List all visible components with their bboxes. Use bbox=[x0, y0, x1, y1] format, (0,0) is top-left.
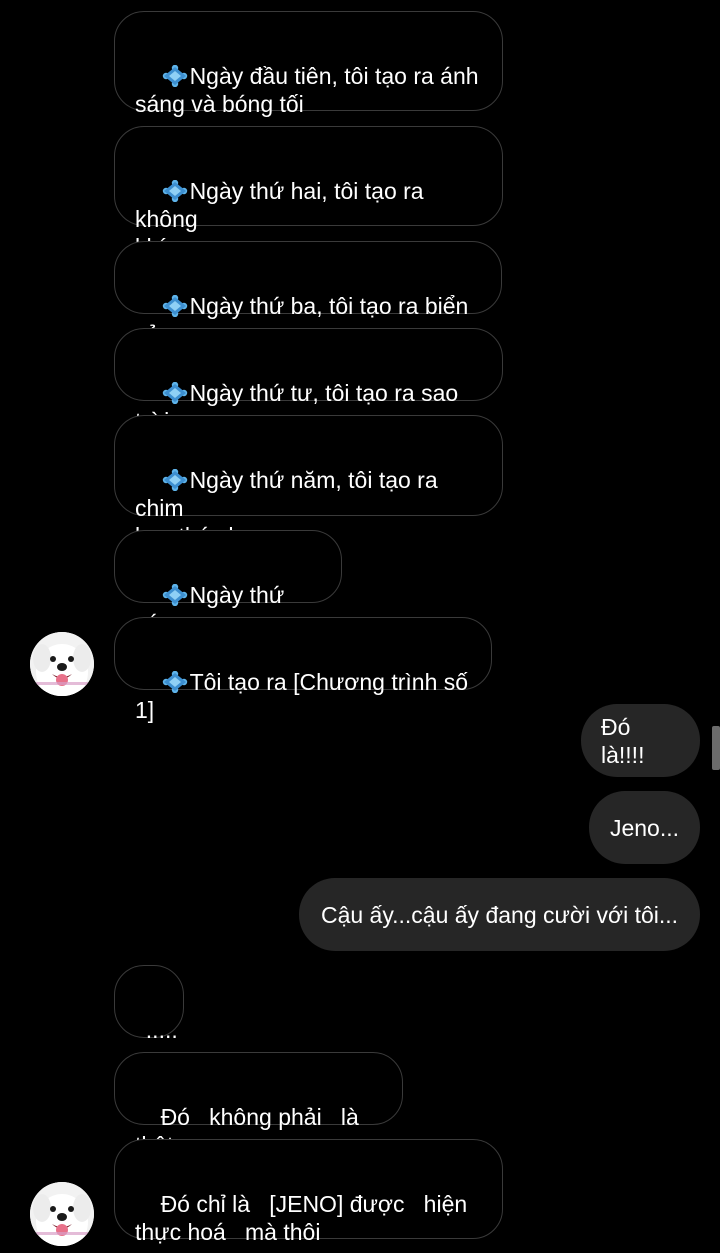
blue-diamond-icon bbox=[162, 469, 187, 491]
incoming-message[interactable]: Ngày thứ năm, tôi tạo ra chim bay thú ch… bbox=[114, 415, 503, 549]
incoming-message[interactable]: Ngày đầu tiên, tôi tạo ra ánh sáng và bó… bbox=[114, 11, 503, 117]
incoming-message[interactable]: Đó không phải là thật bbox=[114, 1052, 403, 1158]
incoming-message[interactable]: Ngày thứ hai, tôi tạo ra không khí bbox=[114, 126, 503, 260]
blue-diamond-icon bbox=[162, 382, 187, 404]
incoming-message[interactable]: ..... bbox=[114, 965, 184, 1043]
incoming-message[interactable]: Ngày thứ tư, tôi tạo ra sao trời bbox=[114, 328, 503, 434]
message-text: Đó chỉ là [JENO] được hiện thực hoá mà t… bbox=[135, 1191, 468, 1245]
blue-diamond-icon bbox=[162, 584, 187, 606]
dog-avatar-icon bbox=[30, 632, 94, 696]
incoming-message[interactable]: Ngày thứ sáu... bbox=[114, 530, 342, 636]
message-text: Cậu ấy...cậu ấy đang cười với tôi... bbox=[320, 901, 679, 928]
message-text: ..... bbox=[145, 1017, 178, 1043]
blue-diamond-icon bbox=[162, 180, 187, 202]
contact-avatar[interactable] bbox=[30, 1182, 94, 1246]
incoming-message[interactable]: Ngày thứ ba, tôi tạo ra biển cả bbox=[114, 241, 502, 347]
chat-screen: Ngày đầu tiên, tôi tạo ra ánh sáng và bó… bbox=[0, 0, 720, 1253]
message-text: Đó là!!!! bbox=[601, 713, 645, 768]
incoming-message[interactable]: Tôi tạo ra [Chương trình số 1] bbox=[114, 617, 492, 723]
blue-diamond-icon bbox=[162, 295, 187, 317]
incoming-message[interactable]: Đó chỉ là [JENO] được hiện thực hoá mà t… bbox=[114, 1139, 503, 1245]
outgoing-message[interactable]: Cậu ấy...cậu ấy đang cười với tôi... bbox=[299, 878, 700, 951]
outgoing-message[interactable]: Đó là!!!! bbox=[581, 704, 700, 777]
dog-avatar-icon bbox=[30, 1182, 94, 1246]
scrollbar-handle[interactable] bbox=[712, 726, 720, 770]
contact-avatar[interactable] bbox=[30, 632, 94, 696]
blue-diamond-icon bbox=[162, 671, 187, 693]
message-text: Jeno... bbox=[609, 814, 680, 841]
blue-diamond-icon bbox=[162, 65, 187, 87]
outgoing-message[interactable]: Jeno... bbox=[589, 791, 700, 864]
